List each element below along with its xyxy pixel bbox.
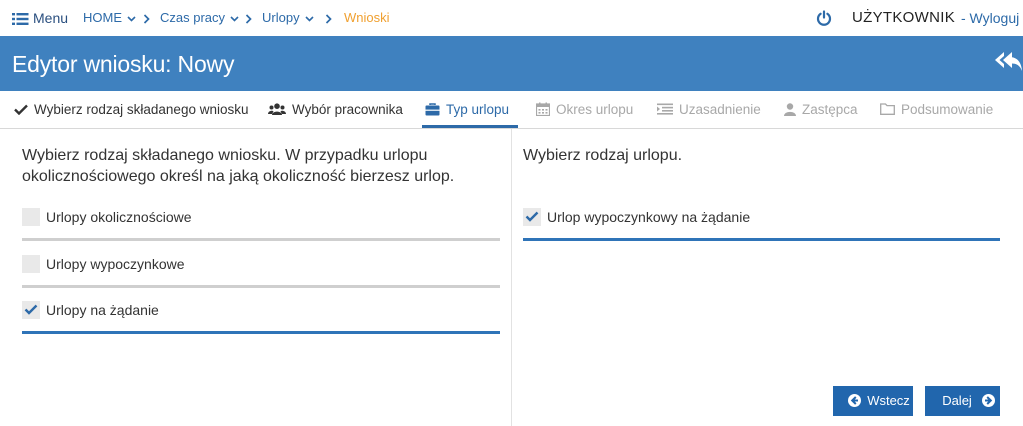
- option-urlopy-wypoczynkowe[interactable]: Urlopy wypoczynkowe: [22, 255, 500, 303]
- right-panel-instructions: Wybierz rodzaj urlopu.: [523, 147, 683, 164]
- panel-divider: [511, 129, 512, 426]
- tab-label: Uzasadnienie: [679, 102, 761, 117]
- next-button-label: Dalej: [942, 393, 972, 408]
- list-icon: [657, 103, 673, 116]
- checkbox-checked[interactable]: [22, 301, 40, 319]
- option-urlopy-okolicznosciowe[interactable]: Urlopy okolicznościowe: [22, 208, 500, 256]
- top-navigation: Menu HOME Czas pracy Urlopy Wnioski UŻYT…: [0, 0, 1023, 36]
- option-label: Urlopy na żądanie: [46, 302, 159, 318]
- reply-all-icon[interactable]: [993, 50, 1023, 79]
- chevron-right-icon: [325, 0, 332, 36]
- breadcrumb-czas-pracy[interactable]: Czas pracy: [160, 0, 239, 36]
- logout-link[interactable]: - Wyloguj: [961, 0, 1019, 36]
- back-button-label: Wstecz: [867, 393, 910, 408]
- breadcrumb-label: Urlopy: [262, 10, 300, 25]
- arrow-circle-right-icon: [981, 394, 995, 408]
- chevron-down-icon: [305, 15, 314, 22]
- option-underline: [22, 238, 500, 241]
- username: UŻYTKOWNIK: [852, 9, 955, 26]
- page-title: Edytor wniosku: Nowy: [12, 51, 235, 77]
- tab-wybor-pracownika[interactable]: Wybór pracownika: [268, 91, 403, 129]
- tab-typ-urlopu[interactable]: Typ urlopu: [425, 91, 509, 129]
- list-icon: [12, 13, 29, 26]
- wizard-steps: Wybierz rodzaj składanego wniosku Wybór …: [0, 91, 1023, 129]
- next-button[interactable]: Dalej: [925, 386, 1000, 416]
- chevron-down-icon: [127, 15, 136, 22]
- breadcrumb-label: Wnioski: [344, 10, 390, 25]
- option-label: Urlopy okolicznościowe: [46, 209, 192, 225]
- tab-label: Podsumowanie: [901, 102, 994, 117]
- breadcrumb-wnioski[interactable]: Wnioski: [344, 0, 390, 36]
- tab-okres-urlopu[interactable]: Okres urlopu: [535, 91, 634, 129]
- left-panel-instructions: Wybierz rodzaj składanego wniosku. W prz…: [22, 145, 454, 187]
- breadcrumb-label: HOME: [83, 10, 122, 25]
- tab-label: Wybór pracownika: [292, 102, 403, 117]
- power-icon[interactable]: [816, 0, 832, 36]
- option-urlop-wypoczynkowy-na-zadanie[interactable]: Urlop wypoczynkowy na żądanie: [523, 208, 1000, 256]
- arrow-circle-left-icon: [848, 394, 862, 408]
- option-label: Urlopy wypoczynkowe: [46, 256, 185, 272]
- calendar-icon: [535, 102, 551, 117]
- tab-podsumowanie[interactable]: Podsumowanie: [880, 91, 993, 129]
- breadcrumb-urlopy[interactable]: Urlopy: [262, 0, 314, 36]
- tab-zastepca[interactable]: Zastępca: [784, 91, 858, 129]
- menu-label: Menu: [33, 10, 69, 26]
- chevron-right-icon: [245, 0, 252, 36]
- checkbox[interactable]: [22, 255, 40, 273]
- breadcrumb-label: Czas pracy: [160, 10, 226, 25]
- check-icon: [24, 304, 38, 315]
- users-icon: [268, 103, 286, 115]
- option-urlopy-na-zadanie[interactable]: Urlopy na żądanie: [22, 301, 500, 349]
- tab-label: Typ urlopu: [446, 102, 510, 117]
- instruction-line: Wybierz rodzaj składanego wniosku. W prz…: [22, 147, 428, 164]
- chevron-down-icon: [230, 15, 239, 22]
- folder-icon: [880, 103, 895, 116]
- option-underline-selected: [22, 331, 500, 334]
- briefcase-icon: [425, 103, 440, 116]
- menu-button[interactable]: Menu: [12, 0, 68, 36]
- breadcrumb-home[interactable]: HOME: [83, 0, 136, 36]
- page-header: Edytor wniosku: Nowy: [0, 36, 1023, 91]
- tab-uzasadnienie[interactable]: Uzasadnienie: [657, 91, 761, 129]
- check-icon: [525, 211, 539, 222]
- tab-label: Zastępca: [802, 102, 858, 117]
- tab-rodzaj-wniosku[interactable]: Wybierz rodzaj składanego wniosku: [14, 91, 248, 129]
- option-underline: [22, 285, 500, 288]
- instruction-line: okolicznościowego określ na jaką okolicz…: [22, 168, 455, 185]
- chevron-right-icon: [143, 0, 150, 36]
- active-tab-indicator: [422, 125, 518, 128]
- tab-label: Wybierz rodzaj składanego wniosku: [34, 102, 249, 117]
- checkbox[interactable]: [22, 208, 40, 226]
- check-icon: [14, 104, 28, 116]
- option-underline-selected: [523, 238, 1000, 241]
- checkbox-checked[interactable]: [523, 208, 541, 226]
- tab-label: Okres urlopu: [556, 102, 634, 117]
- user-icon: [784, 103, 796, 116]
- option-label: Urlop wypoczynkowy na żądanie: [547, 209, 751, 225]
- back-button[interactable]: Wstecz: [833, 386, 913, 416]
